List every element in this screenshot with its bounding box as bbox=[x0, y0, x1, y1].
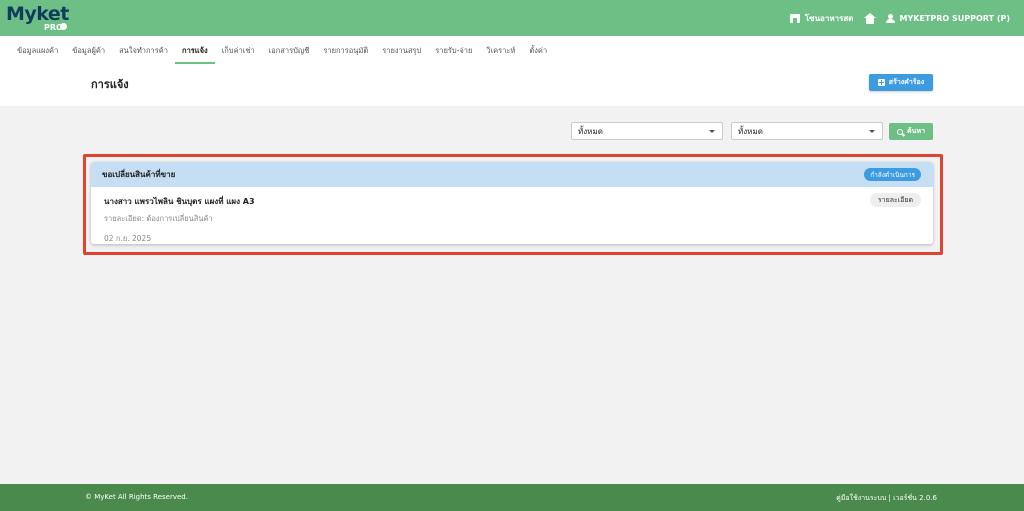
request-trader-name: นางสาว แพรวไพลิน ชินบุตร แผงที่ แผง A3 bbox=[104, 197, 255, 206]
shop-label: โซนอาหารสด bbox=[804, 13, 854, 23]
store-icon bbox=[789, 13, 800, 23]
create-request-label: สร้างคำร้อง bbox=[888, 78, 925, 86]
nav-item-analytics[interactable]: วิเคราะห์ bbox=[479, 36, 522, 66]
filter-select-1-value: ทั้งหมด bbox=[578, 126, 603, 136]
request-card-body: นางสาว แพรวไพลิน ชินบุตร แผงที่ แผง A3 ร… bbox=[91, 187, 933, 244]
nav-item-income-expense[interactable]: รายรับ-จ่าย bbox=[428, 36, 479, 66]
filter-select-1[interactable]: ทั้งหมด bbox=[571, 122, 723, 140]
search-button[interactable]: ค้นหา bbox=[889, 123, 933, 140]
page-title: การแจ้ง bbox=[91, 78, 129, 91]
page-header: การแจ้ง สร้างคำร้อง bbox=[0, 66, 1024, 106]
user-menu[interactable]: MYKETPRO SUPPORT (P) bbox=[885, 13, 1011, 23]
chevron-down-icon bbox=[869, 130, 875, 133]
nav-item-reports[interactable]: รายงานสรุป bbox=[375, 36, 428, 66]
search-icon bbox=[896, 128, 903, 135]
logo-dot-icon bbox=[60, 23, 67, 30]
user-icon bbox=[885, 13, 895, 23]
request-date: 02 ก.ย. 2025 bbox=[104, 234, 152, 243]
details-button[interactable]: รายละเอียด bbox=[869, 193, 921, 207]
request-card-title: ขอเปลี่ยนสินค้าที่ขาย bbox=[102, 170, 176, 179]
filter-select-2-value: ทั้งหมด bbox=[738, 126, 763, 136]
nav-item-rent[interactable]: เก็บค่าเช่า bbox=[215, 36, 262, 66]
chevron-down-icon bbox=[709, 130, 715, 133]
nav-item-notifications[interactable]: การแจ้ง bbox=[175, 36, 215, 66]
footer: © MyKet All Rights Reserved. คู่มือใช้งา… bbox=[0, 484, 1024, 511]
nav-item-traders[interactable]: ข้อมูลผู้ค้า bbox=[65, 36, 112, 66]
request-card-header: ขอเปลี่ยนสินค้าที่ขาย กำลังดำเนินการ bbox=[91, 162, 933, 187]
nav-item-stalls[interactable]: ข้อมูลแผงค้า bbox=[10, 36, 65, 66]
shop-selector[interactable]: โซนอาหารสด bbox=[789, 12, 854, 25]
create-request-button[interactable]: สร้างคำร้อง bbox=[869, 74, 933, 91]
nav-item-interested[interactable]: สนใจทำการค้า bbox=[112, 36, 175, 66]
nav-item-settings[interactable]: ตั้งค่า bbox=[522, 36, 554, 66]
home-button[interactable] bbox=[863, 12, 876, 24]
filter-select-2[interactable]: ทั้งหมด bbox=[731, 122, 883, 140]
request-card: ขอเปลี่ยนสินค้าที่ขาย กำลังดำเนินการ นาง… bbox=[91, 162, 933, 244]
request-detail-text: รายละเอียด: ต้องการเปลี่ยนสินค้า bbox=[104, 214, 213, 223]
main-content: ทั้งหมด ทั้งหมด ค้นหา ขอเปลี่ยนสินค้าที่… bbox=[0, 106, 1024, 484]
nav-item-approvals[interactable]: รายการอนุมัติ bbox=[316, 36, 375, 66]
search-label: ค้นหา bbox=[906, 127, 925, 135]
user-label: MYKETPRO SUPPORT (P) bbox=[899, 13, 1011, 23]
home-icon bbox=[863, 12, 876, 24]
main-nav: ข้อมูลแผงค้า ข้อมูลผู้ค้า สนใจทำการค้า ก… bbox=[0, 36, 1024, 66]
manual-version-link[interactable]: คู่มือใช้งานระบบ | เวอร์ชั่น 2.0.6 bbox=[836, 493, 937, 504]
top-bar: Myket PRO โซนอาหารสด MYKETPRO SUPPORT (P… bbox=[0, 0, 1024, 36]
logo-text: Myket bbox=[6, 3, 69, 25]
copyright-text: © MyKet All Rights Reserved. bbox=[85, 493, 188, 501]
nav-item-accounting[interactable]: เอกสารบัญชี bbox=[262, 36, 317, 66]
add-box-icon bbox=[877, 79, 885, 86]
myket-logo[interactable]: Myket PRO bbox=[6, 3, 69, 33]
status-badge: กำลังดำเนินการ bbox=[864, 168, 921, 181]
top-right-menu: โซนอาหารสด MYKETPRO SUPPORT (P) bbox=[789, 0, 1011, 36]
